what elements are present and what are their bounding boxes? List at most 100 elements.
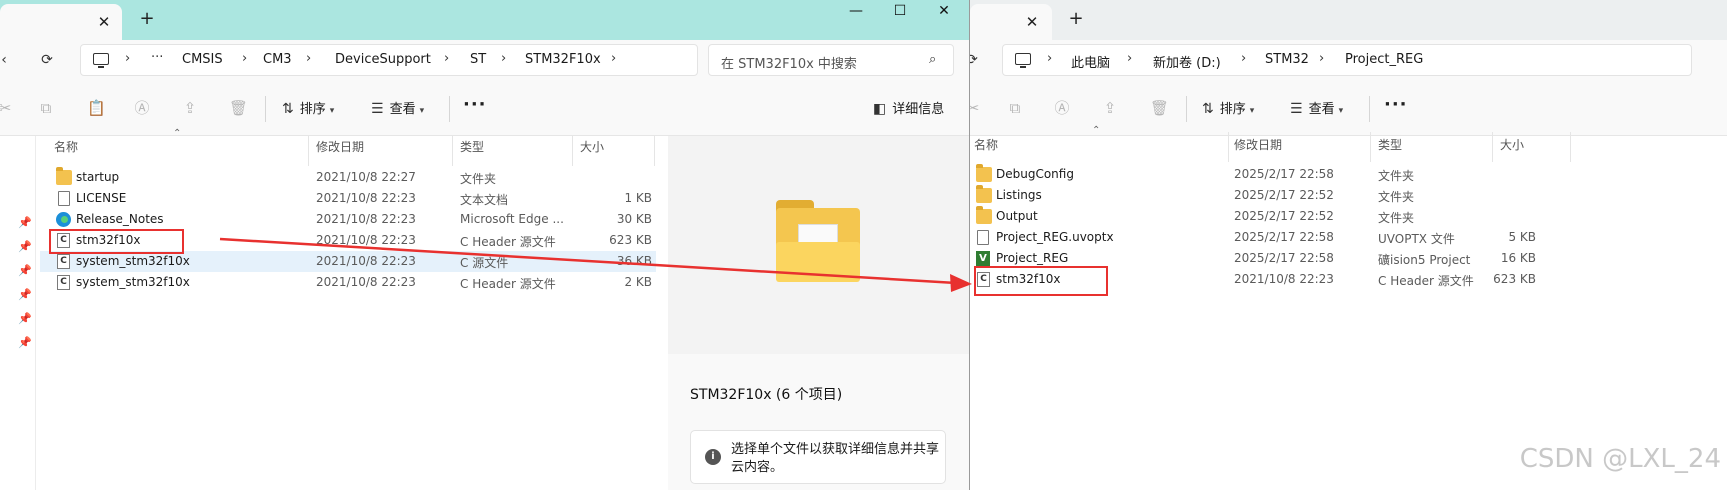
- file-row[interactable]: LICENSE 2021/10/8 22:23 文本文档 1 KB: [40, 188, 656, 209]
- file-row[interactable]: C system_stm32f10x 2021/10/8 22:23 C Hea…: [40, 272, 656, 293]
- file-row[interactable]: Listings 2025/2/17 22:52 文件夹: [970, 185, 1570, 206]
- breadcrumb-item[interactable]: Project_REG: [1345, 52, 1423, 67]
- column-divider[interactable]: [308, 136, 309, 166]
- column-header-date[interactable]: 修改日期: [316, 138, 364, 164]
- file-row-selected[interactable]: C system_stm32f10x 2021/10/8 22:23 C 源文件…: [40, 251, 656, 272]
- file-type: C Header 源文件: [460, 277, 556, 291]
- view-button[interactable]: ☰ 查看 ▾: [371, 98, 424, 120]
- toolbar-divider: [265, 96, 266, 122]
- paste-icon[interactable]: 📋: [87, 99, 106, 117]
- folder-icon: [976, 185, 992, 203]
- file-date: 2021/10/8 22:23: [316, 191, 416, 205]
- cut-icon[interactable]: ✂: [970, 99, 982, 117]
- close-tab-icon[interactable]: ✕: [95, 13, 113, 31]
- breadcrumb-item[interactable]: STM32: [1265, 52, 1309, 67]
- more-crumbs-icon[interactable]: ···: [151, 50, 163, 65]
- sort-ascending-icon: ⌃: [173, 128, 182, 139]
- file-size: 36 KB: [616, 254, 652, 268]
- breadcrumb[interactable]: › ··· CMSIS › CM3 › DeviceSupport › ST ›…: [80, 44, 698, 76]
- column-divider[interactable]: [654, 136, 655, 166]
- file-type: C Header 源文件: [1378, 274, 1474, 288]
- file-row[interactable]: DebugConfig 2025/2/17 22:58 文件夹: [970, 164, 1570, 185]
- chevron-right-icon: ›: [1241, 51, 1247, 66]
- right-address-bar: ⟳ › 此电脑 › 新加卷 (D:) › STM32 › Project_REG: [970, 40, 1727, 80]
- file-name: system_stm32f10x: [76, 254, 190, 268]
- rename-icon[interactable]: Ⓐ: [133, 99, 151, 117]
- column-divider[interactable]: [1228, 132, 1229, 162]
- preview-info-box: i 选择单个文件以获取详细信息并共享云内容。: [690, 430, 946, 484]
- chevron-right-icon: ›: [444, 51, 450, 66]
- file-date: 2025/2/17 22:58: [1234, 167, 1334, 181]
- column-divider[interactable]: [1370, 132, 1371, 162]
- sort-ascending-icon: ⌃: [1092, 125, 1101, 136]
- column-divider[interactable]: [452, 136, 453, 166]
- delete-icon[interactable]: 🗑: [229, 99, 248, 117]
- share-icon[interactable]: ⇪: [181, 99, 199, 117]
- breadcrumb[interactable]: › 此电脑 › 新加卷 (D:) › STM32 › Project_REG: [1002, 44, 1692, 76]
- file-type: UVOPTX 文件: [1378, 232, 1455, 246]
- column-header-name[interactable]: 名称: [974, 136, 998, 162]
- computer-icon: [1015, 53, 1031, 68]
- new-tab-icon[interactable]: +: [1066, 9, 1086, 29]
- breadcrumb-item[interactable]: CMSIS: [182, 52, 223, 67]
- file-row[interactable]: Output 2025/2/17 22:52 文件夹: [970, 206, 1570, 227]
- breadcrumb-item[interactable]: 此电脑: [1071, 52, 1110, 71]
- column-header-name[interactable]: 名称: [54, 138, 78, 164]
- maximize-icon[interactable]: ☐: [878, 0, 922, 22]
- copy-icon[interactable]: ⧉: [37, 99, 55, 117]
- more-options-icon[interactable]: ···: [1384, 94, 1408, 115]
- details-button[interactable]: ◧ 详细信息: [873, 98, 944, 120]
- column-header-date[interactable]: 修改日期: [1234, 136, 1282, 162]
- search-icon[interactable]: ⌕: [929, 53, 943, 67]
- breadcrumb-item[interactable]: 新加卷 (D:): [1153, 52, 1221, 71]
- column-divider[interactable]: [572, 136, 573, 166]
- right-tab[interactable]: ✕: [970, 4, 1052, 40]
- column-header-size[interactable]: 大小: [580, 138, 604, 164]
- refresh-icon[interactable]: ⟳: [970, 50, 982, 70]
- sort-icon: ⇅: [1202, 101, 1214, 117]
- cut-icon[interactable]: ✂: [0, 99, 14, 117]
- file-row[interactable]: Project_REG.uvoptx 2025/2/17 22:58 UVOPT…: [970, 227, 1570, 248]
- sort-button[interactable]: ⇅ 排序 ▾: [282, 98, 334, 120]
- copy-icon[interactable]: ⧉: [1006, 99, 1024, 117]
- file-size: 2 KB: [624, 275, 652, 289]
- folder-icon: [976, 206, 992, 224]
- view-button[interactable]: ☰ 查看 ▾: [1290, 98, 1343, 120]
- file-type: 文件夹: [1378, 169, 1415, 183]
- file-row[interactable]: Release_Notes 2021/10/8 22:23 Microsoft …: [40, 209, 656, 230]
- column-header-type[interactable]: 类型: [1378, 136, 1402, 162]
- rename-icon[interactable]: Ⓐ: [1053, 99, 1071, 117]
- file-row[interactable]: startup 2021/10/8 22:27 文件夹: [40, 167, 656, 188]
- more-options-icon[interactable]: ···: [463, 94, 487, 115]
- left-tab[interactable]: ✕: [0, 4, 122, 40]
- minimize-icon[interactable]: —: [834, 0, 878, 22]
- info-icon: i: [705, 449, 721, 465]
- chevron-right-icon: ›: [1319, 51, 1325, 66]
- file-name: DebugConfig: [996, 167, 1074, 181]
- details-label: 详细信息: [892, 102, 945, 117]
- close-tab-icon[interactable]: ✕: [1023, 13, 1041, 31]
- file-date: 2021/10/8 22:23: [316, 275, 416, 289]
- file-date: 2025/2/17 22:52: [1234, 188, 1334, 202]
- breadcrumb-item[interactable]: ST: [470, 52, 486, 67]
- column-divider[interactable]: [1570, 132, 1571, 162]
- delete-icon[interactable]: 🗑: [1150, 99, 1169, 117]
- breadcrumb-item[interactable]: STM32F10x: [525, 52, 601, 67]
- sort-button[interactable]: ⇅ 排序 ▾: [1202, 98, 1254, 120]
- up-icon[interactable]: ‹: [0, 50, 14, 70]
- column-header-type[interactable]: 类型: [460, 138, 484, 164]
- close-window-icon[interactable]: ✕: [922, 0, 966, 22]
- column-divider[interactable]: [1492, 132, 1493, 162]
- chevron-down-icon: ▾: [419, 106, 425, 116]
- new-tab-icon[interactable]: +: [137, 9, 157, 29]
- chevron-right-icon: ›: [1047, 51, 1053, 66]
- file-size: 623 KB: [1493, 272, 1536, 286]
- breadcrumb-item[interactable]: CM3: [263, 52, 292, 67]
- share-icon[interactable]: ⇪: [1101, 99, 1119, 117]
- search-input[interactable]: 在 STM32F10x 中搜索 ⌕: [708, 44, 954, 76]
- folder-preview-front: [776, 242, 860, 282]
- refresh-icon[interactable]: ⟳: [37, 50, 57, 70]
- file-type: 文本文档: [460, 193, 509, 207]
- column-header-size[interactable]: 大小: [1500, 136, 1524, 162]
- breadcrumb-item[interactable]: DeviceSupport: [335, 52, 431, 67]
